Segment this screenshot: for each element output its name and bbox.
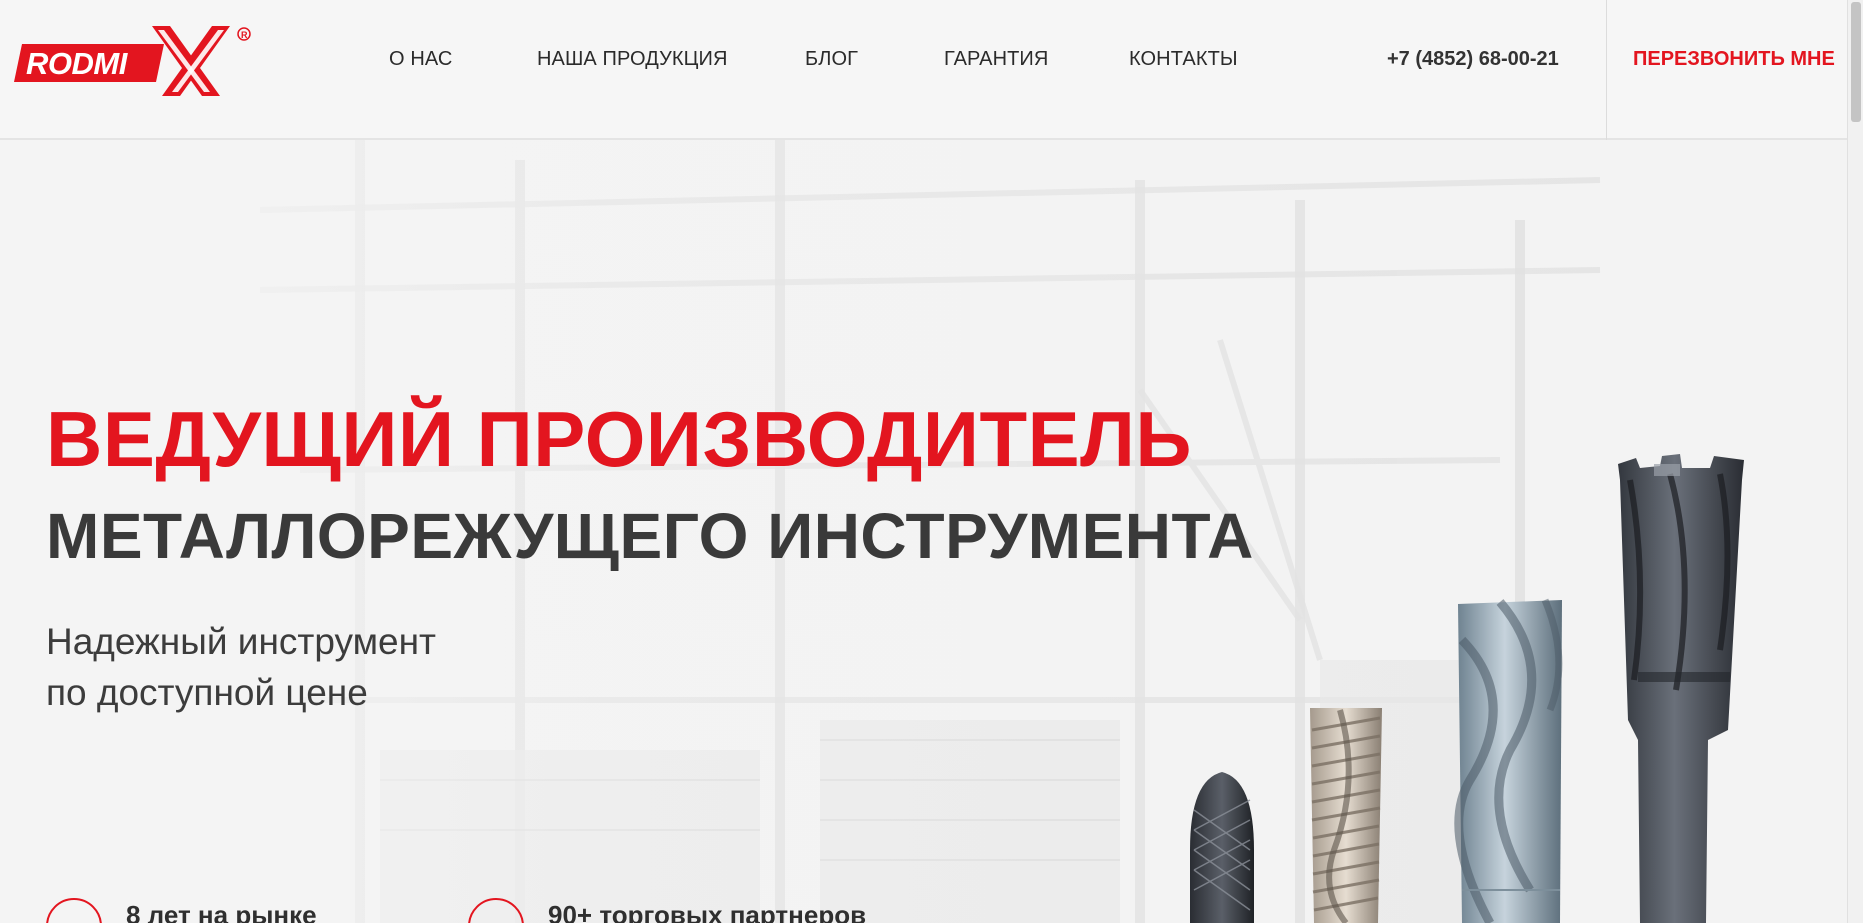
hero-tagline: Надежный инструмент по доступной цене	[46, 616, 436, 718]
nav-item-about[interactable]: О НАС	[389, 48, 452, 71]
phone-link[interactable]: +7 (4852) 68-00-21	[1387, 48, 1559, 71]
tap-icon	[1310, 708, 1382, 923]
page-scrollbar[interactable]	[1847, 0, 1863, 923]
rodmix-logo[interactable]: RODMI R	[12, 22, 252, 98]
tagline-line-2: по доступной цене	[46, 672, 368, 713]
nav-item-warranty[interactable]: ГАРАНТИЯ	[944, 48, 1048, 71]
nav-item-blog[interactable]: БЛОГ	[805, 48, 858, 71]
page: RODMI R О НАС НАША ПРОДУКЦИЯ БЛОГ ГАРАНТ…	[0, 0, 1847, 923]
feature-years-text: 8 лет на рынке	[126, 900, 317, 923]
hero-title: ВЕДУЩИЙ ПРОИЗВОДИТЕЛЬ	[46, 395, 1192, 483]
nav-item-contacts[interactable]: КОНТАКТЫ	[1129, 48, 1238, 71]
svg-text:RODMI: RODMI	[26, 46, 129, 81]
hero-subtitle: МЕТАЛЛОРЕЖУЩЕГО ИНСТРУМЕНТА	[46, 500, 1254, 572]
feature-partners-text: 90+ торговых партнеров	[548, 900, 867, 923]
carbide-burr-icon	[1190, 772, 1254, 923]
svg-text:R: R	[241, 30, 248, 40]
callback-button[interactable]: ПЕРЕЗВОНИТЬ МНЕ	[1633, 48, 1835, 71]
end-mill-icon	[1454, 598, 1563, 923]
header-divider	[1606, 0, 1607, 140]
nav-item-products[interactable]: НАША ПРОДУКЦИЯ	[537, 48, 728, 71]
scrollbar-thumb[interactable]	[1851, 2, 1861, 122]
tools-image	[1190, 454, 1744, 923]
annular-cutter-icon	[1618, 454, 1744, 923]
site-header: RODMI R О НАС НАША ПРОДУКЦИЯ БЛОГ ГАРАНТ…	[0, 0, 1847, 140]
tagline-line-1: Надежный инструмент	[46, 621, 436, 662]
